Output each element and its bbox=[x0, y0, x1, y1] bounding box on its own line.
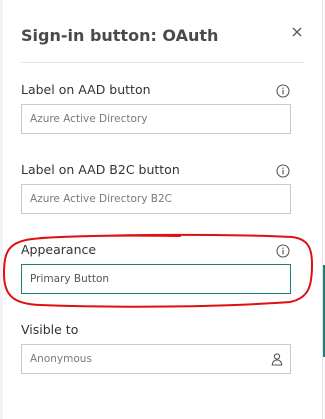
field-label-appearance: Appearance bbox=[21, 242, 97, 257]
field-label-visible-to: Visible to bbox=[21, 322, 79, 337]
title-divider bbox=[21, 62, 304, 63]
info-icon[interactable] bbox=[276, 164, 290, 178]
field-label-aad-b2c: Label on AAD B2C button bbox=[21, 162, 180, 177]
field-label-aad: Label on AAD button bbox=[21, 82, 151, 97]
info-icon[interactable] bbox=[276, 244, 290, 258]
settings-panel: Sign-in button: OAuth Label on AAD butto… bbox=[3, 0, 323, 419]
appearance-value: Primary Button bbox=[30, 273, 110, 285]
visible-to-input[interactable]: Anonymous bbox=[21, 344, 291, 374]
aad-label-value: Azure Active Directory bbox=[30, 113, 148, 125]
person-icon[interactable] bbox=[270, 352, 284, 366]
close-icon[interactable] bbox=[289, 24, 305, 40]
aad-b2c-label-input[interactable]: Azure Active Directory B2C bbox=[21, 184, 291, 214]
aad-label-input[interactable]: Azure Active Directory bbox=[21, 104, 291, 134]
panel-title: Sign-in button: OAuth bbox=[21, 26, 219, 45]
info-icon[interactable] bbox=[276, 84, 290, 98]
appearance-dropdown[interactable]: Primary Button bbox=[21, 264, 291, 294]
visible-to-value: Anonymous bbox=[30, 353, 92, 365]
aad-b2c-label-value: Azure Active Directory B2C bbox=[30, 193, 172, 205]
